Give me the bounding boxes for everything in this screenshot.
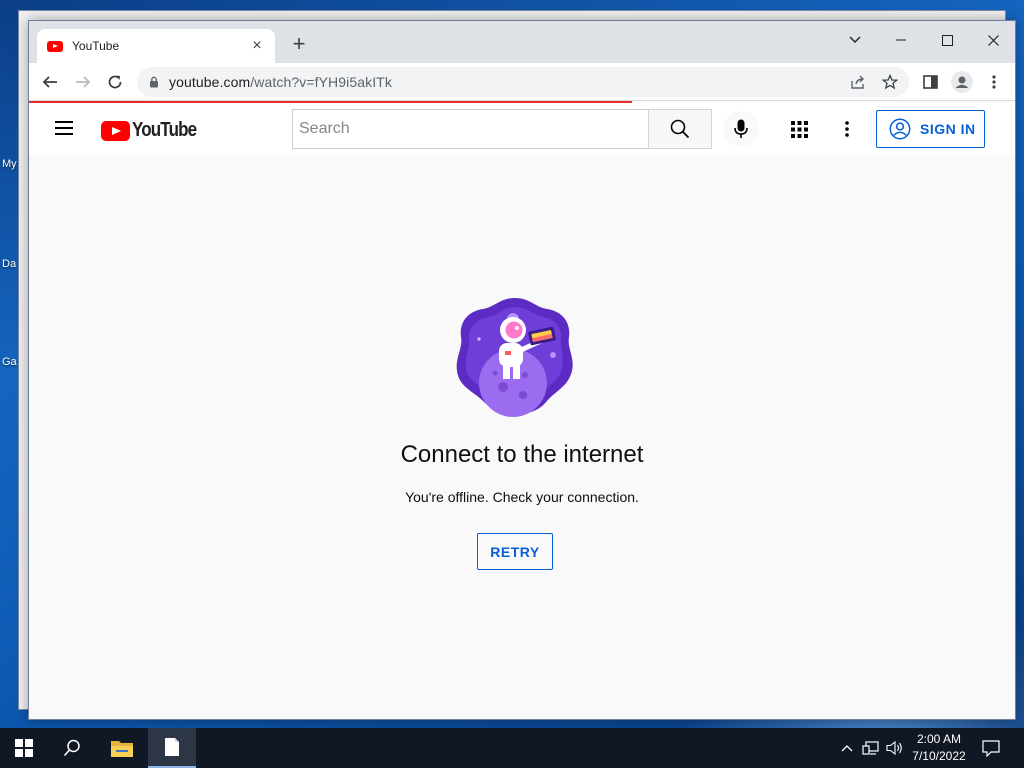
side-panel-icon: [922, 75, 938, 89]
url-text[interactable]: youtube.com/watch?v=fYH9i5akITk: [169, 74, 392, 90]
youtube-header: YouTube SIGN IN: [29, 103, 1015, 155]
desktop-icon-label[interactable]: Ga: [2, 356, 17, 368]
taskbar-search-button[interactable]: [48, 728, 96, 768]
share-icon: [851, 75, 864, 89]
offline-message: You're offline. Check your connection.: [405, 489, 639, 505]
action-center-button[interactable]: [978, 728, 1004, 768]
browser-window: YouTube × + youtube.com/watch?v=fYH9i5ak…: [28, 20, 1016, 720]
apps-grid-icon: [790, 120, 808, 138]
youtube-logo-icon: [101, 120, 130, 141]
retry-button[interactable]: RETRY: [477, 533, 553, 570]
offline-title: Connect to the internet: [400, 441, 644, 468]
reload-icon: [108, 75, 122, 89]
search-input[interactable]: [299, 120, 648, 138]
astronaut-offline-illustration: [456, 298, 573, 417]
bookmark-button[interactable]: [877, 69, 903, 95]
voice-search-button[interactable]: [723, 111, 759, 147]
notification-icon: [982, 739, 1000, 757]
network-tray-button[interactable]: [860, 728, 882, 768]
file-explorer-taskbar-button[interactable]: [98, 728, 146, 768]
notepad-taskbar-button[interactable]: [148, 728, 196, 768]
tab-close-button[interactable]: ×: [249, 37, 265, 55]
start-button[interactable]: [0, 728, 48, 768]
minimize-button[interactable]: [879, 25, 923, 55]
search-button[interactable]: [648, 109, 712, 149]
clock-date: 7/10/2022: [912, 749, 966, 763]
tab-search-button[interactable]: [833, 25, 877, 55]
folder-icon: [111, 741, 133, 757]
arrow-right-icon: [76, 76, 91, 88]
side-panel-button[interactable]: [917, 69, 943, 95]
sign-in-button[interactable]: SIGN IN: [876, 110, 985, 148]
youtube-favicon-icon: [47, 40, 63, 52]
windows-start-icon: [15, 739, 33, 757]
youtube-apps-button[interactable]: [787, 117, 811, 141]
profile-button[interactable]: [949, 69, 975, 95]
network-icon: [862, 741, 879, 755]
guide-menu-icon[interactable]: [55, 121, 73, 135]
desktop-icon-label[interactable]: My: [2, 158, 17, 170]
arrow-left-icon: [42, 76, 57, 88]
document-icon: [165, 738, 179, 756]
tab-youtube[interactable]: YouTube ×: [37, 29, 275, 63]
show-hidden-icons-button[interactable]: [838, 728, 856, 768]
kebab-menu-icon: [992, 75, 996, 89]
clock-time: 2:00 AM: [916, 732, 962, 746]
account-circle-icon: [889, 118, 911, 140]
browser-toolbar: youtube.com/watch?v=fYH9i5akITk: [29, 63, 1015, 101]
chevron-down-icon: [849, 36, 861, 43]
avatar-icon: [951, 71, 973, 93]
offline-page: Connect to the internet You're offline. …: [29, 155, 1015, 719]
chevron-up-icon: [841, 745, 853, 752]
address-bar[interactable]: youtube.com/watch?v=fYH9i5akITk: [137, 67, 909, 97]
sign-in-label: SIGN IN: [920, 121, 976, 137]
volume-tray-button[interactable]: [884, 728, 906, 768]
search-box[interactable]: [292, 109, 649, 149]
lock-icon[interactable]: [149, 76, 159, 88]
maximize-icon: [941, 34, 953, 46]
desktop-icon-label[interactable]: Da: [2, 258, 16, 270]
search-icon: [63, 739, 80, 757]
kebab-menu-icon: [845, 121, 849, 137]
youtube-logo[interactable]: YouTube: [101, 119, 208, 142]
forward-button[interactable]: [70, 69, 96, 95]
browser-menu-button[interactable]: [981, 69, 1007, 95]
tab-title: YouTube: [72, 39, 120, 53]
taskbar: 2:00 AM 7/10/2022: [0, 728, 1024, 768]
star-icon: [882, 74, 898, 90]
maximize-button[interactable]: [925, 25, 969, 55]
close-window-button[interactable]: [971, 25, 1015, 55]
close-icon: [987, 34, 999, 46]
new-tab-button[interactable]: +: [287, 33, 311, 57]
taskbar-clock[interactable]: 2:00 AM 7/10/2022: [906, 731, 972, 765]
tab-strip: YouTube × +: [29, 21, 1015, 63]
share-button[interactable]: [845, 69, 871, 95]
settings-menu-button[interactable]: [835, 117, 859, 141]
microphone-icon: [734, 119, 748, 138]
minimize-icon: [896, 39, 906, 41]
search-icon: [670, 119, 690, 139]
reload-button[interactable]: [102, 69, 128, 95]
back-button[interactable]: [37, 69, 63, 95]
youtube-logo-text: YouTube: [132, 119, 197, 141]
speaker-icon: [886, 740, 902, 756]
